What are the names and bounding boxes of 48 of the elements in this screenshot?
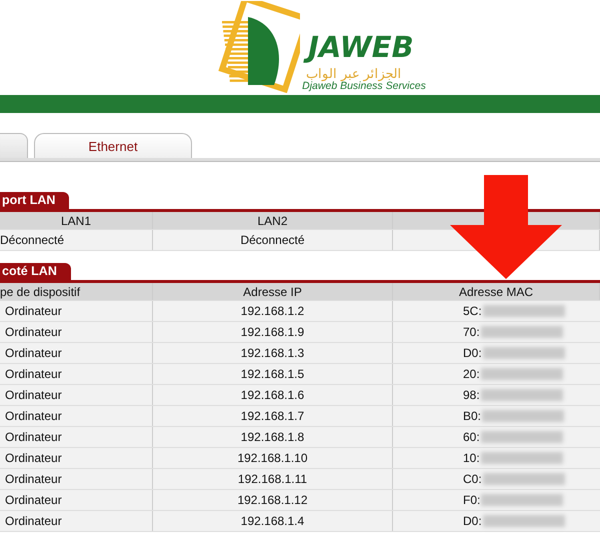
table-cell: 192.168.1.9 — [153, 322, 393, 342]
table-cell: Ordinateur — [0, 448, 153, 468]
mac-address: 10: — [463, 451, 480, 465]
table-cell: Ordinateur — [0, 364, 153, 384]
column-header: LAN1 — [0, 212, 153, 229]
tagline: Djaweb Business Services — [302, 81, 426, 93]
mac-address: C0: — [463, 472, 482, 486]
table-cell: 192.168.1.8 — [153, 427, 393, 447]
table-cell: Déconnecté — [153, 230, 393, 250]
section-title: coté LAN — [0, 263, 71, 280]
mac-address: B0: — [463, 409, 482, 423]
column-header: pe de dispositif — [0, 283, 153, 300]
tab[interactable] — [0, 133, 28, 158]
table-cell: 192.168.1.4 — [153, 511, 393, 531]
column-header: Adresse IP — [153, 283, 393, 300]
table-cell: Ordinateur — [0, 343, 153, 363]
column-header: LAN2 — [153, 212, 393, 229]
table-cell: Ordinateur — [0, 322, 153, 342]
table-cell: Ordinateur — [0, 301, 153, 321]
mac-address: F0: — [463, 493, 480, 507]
mac-address: 5C: — [463, 304, 482, 318]
mac-address: D0: — [463, 514, 482, 528]
table-cell: Ordinateur — [0, 511, 153, 531]
table-cell: 192.168.1.3 — [153, 343, 393, 363]
table-cell: 192.168.1.7 — [153, 406, 393, 426]
table-cell: 192.168.1.10 — [153, 448, 393, 468]
mac-address: D0: — [463, 346, 482, 360]
table-cell: Ordinateur — [0, 427, 153, 447]
table-cell: 192.168.1.11 — [153, 469, 393, 489]
table-cell: Déconnecté — [0, 230, 153, 250]
tab[interactable]: Ethernet — [34, 133, 192, 158]
mac-address: 20: — [463, 367, 480, 381]
table-cell: Ordinateur — [0, 469, 153, 489]
section-title: port LAN — [0, 192, 70, 209]
table-cell: Ordinateur — [0, 385, 153, 405]
brand-name: JAWEB — [302, 29, 422, 68]
mac-address: 70: — [463, 325, 480, 339]
table-cell: 192.168.1.2 — [153, 301, 393, 321]
table-cell: 192.168.1.12 — [153, 490, 393, 510]
mac-address: 98: — [463, 388, 480, 402]
table-cell: Ordinateur — [0, 490, 153, 510]
arabic-tagline: الجزائر عبر الواب — [306, 67, 402, 82]
table-cell: Ordinateur — [0, 406, 153, 426]
table-cell: 192.168.1.5 — [153, 364, 393, 384]
column-header: Adresse MAC — [393, 283, 600, 300]
down-arrow-icon — [450, 175, 562, 279]
table-cell: 192.168.1.6 — [153, 385, 393, 405]
mac-address: 60: — [463, 430, 480, 444]
